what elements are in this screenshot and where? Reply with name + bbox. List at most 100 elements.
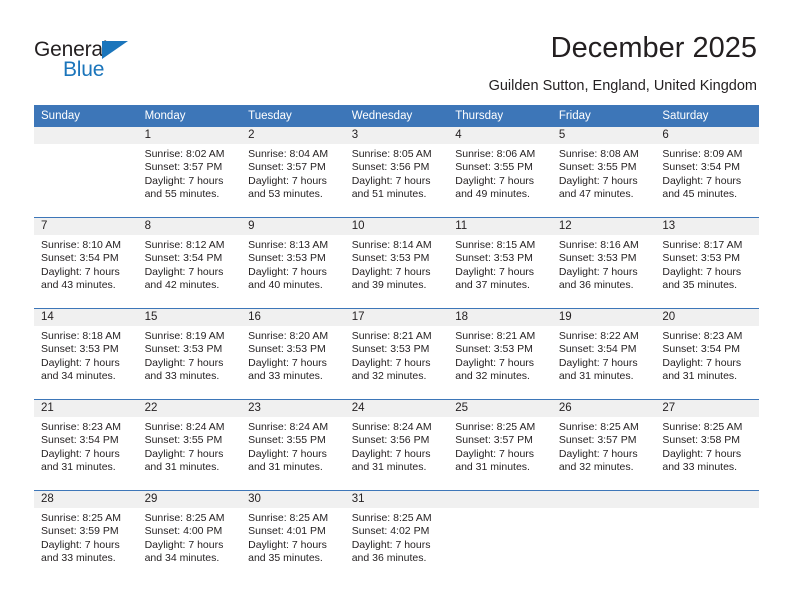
day-details: Sunrise: 8:12 AM Sunset: 3:54 PM Daylight:… [138, 235, 242, 293]
calendar-day-cell[interactable]: 13 Sunrise: 8:17 AM Sunset: 3:53 PM Dayligh… [655, 218, 759, 308]
calendar-day-cell[interactable]: 27 Sunrise: 8:25 AM Sunset: 3:58 PM Dayligh… [655, 400, 759, 490]
day-number: 18 [448, 309, 552, 326]
calendar-day-cell[interactable]: 30 Sunrise: 8:25 AM Sunset: 4:01 PM Dayligh… [241, 491, 345, 581]
calendar-day-cell[interactable]: 20 Sunrise: 8:23 AM Sunset: 3:54 PM Dayligh… [655, 309, 759, 399]
sunset-text: Sunset: 3:53 PM [455, 343, 533, 356]
day-number: 26 [551, 400, 656, 417]
daylight-text: Daylight: 7 hours and 33 minutes. [662, 447, 742, 474]
day-details: Sunrise: 8:15 AM Sunset: 3:53 PM Daylight:… [448, 235, 552, 293]
daylight-text: Daylight: 7 hours and 32 minutes. [351, 356, 431, 383]
daylight-text: Daylight: 7 hours and 37 minutes. [455, 265, 535, 292]
calendar-day-cell[interactable]: 19 Sunrise: 8:22 AM Sunset: 3:54 PM Dayligh… [551, 309, 656, 399]
weekday-header-saturday: Saturday [655, 105, 759, 127]
day-number: 9 [241, 218, 345, 235]
calendar-week-row: 14 Sunrise: 8:18 AM Sunset: 3:53 PM Dayligh… [34, 308, 759, 400]
day-number: 30 [241, 491, 345, 508]
sunset-text: Sunset: 4:01 PM [248, 525, 326, 538]
day-number: 21 [34, 400, 138, 417]
sunrise-text: Sunrise: 8:18 AM [41, 330, 121, 342]
calendar-day-cell[interactable]: 6 Sunrise: 8:09 AM Sunset: 3:54 PM Daylight… [655, 127, 759, 217]
sunrise-text: Sunrise: 8:15 AM [455, 239, 536, 251]
sunset-text: Sunset: 3:57 PM [144, 161, 223, 174]
sunrise-text: Sunrise: 8:25 AM [351, 512, 432, 524]
calendar-week-row: 21 Sunrise: 8:23 AM Sunset: 3:54 PM Dayligh… [34, 399, 759, 491]
weekday-header-wednesday: Wednesday [344, 105, 449, 127]
daylight-text: Daylight: 7 hours and 33 minutes. [248, 356, 327, 383]
sunset-text: Sunset: 3:53 PM [351, 343, 430, 356]
day-details: Sunrise: 8:04 AM Sunset: 3:57 PM Daylight:… [241, 144, 345, 202]
calendar-day-cell[interactable]: 16 Sunrise: 8:20 AM Sunset: 3:53 PM Dayligh… [241, 309, 345, 399]
day-number: 12 [551, 218, 656, 235]
daylight-text: Daylight: 7 hours and 36 minutes. [558, 265, 638, 292]
sunset-text: Sunset: 3:55 PM [144, 434, 223, 447]
calendar-day-cell[interactable]: 25 Sunrise: 8:25 AM Sunset: 3:57 PM Dayligh… [448, 400, 552, 490]
calendar-day-cell[interactable]: 14 Sunrise: 8:18 AM Sunset: 3:53 PM Dayligh… [34, 309, 138, 399]
calendar-day-cell[interactable]: 28 Sunrise: 8:25 AM Sunset: 3:59 PM Dayligh… [34, 491, 138, 581]
calendar-day-cell[interactable]: 12 Sunrise: 8:16 AM Sunset: 3:53 PM Dayligh… [551, 218, 656, 308]
sunset-text: Sunset: 3:57 PM [558, 434, 637, 447]
day-details: Sunrise: 8:05 AM Sunset: 3:56 PM Daylight:… [345, 144, 449, 202]
day-number: 27 [655, 400, 759, 417]
generalblue-logo[interactable]: General Blue [34, 38, 164, 82]
sunrise-text: Sunrise: 8:20 AM [248, 330, 329, 342]
sunrise-text: Sunrise: 8:25 AM [662, 421, 743, 433]
calendar-day-cell[interactable]: 11 Sunrise: 8:15 AM Sunset: 3:53 PM Dayligh… [448, 218, 552, 308]
daylight-text: Daylight: 7 hours and 55 minutes. [144, 174, 224, 201]
sunrise-text: Sunrise: 8:23 AM [662, 330, 743, 342]
calendar-day-cell[interactable]: 22 Sunrise: 8:24 AM Sunset: 3:55 PM Dayligh… [137, 400, 242, 490]
sunrise-text: Sunrise: 8:23 AM [41, 421, 121, 433]
day-number: 2 [241, 127, 345, 144]
calendar-day-cell[interactable]: 23 Sunrise: 8:24 AM Sunset: 3:55 PM Dayligh… [241, 400, 345, 490]
sunset-text: Sunset: 4:02 PM [351, 525, 430, 538]
day-details: Sunrise: 8:06 AM Sunset: 3:55 PM Daylight:… [448, 144, 552, 202]
calendar-day-cell[interactable]: 31 Sunrise: 8:25 AM Sunset: 4:02 PM Dayligh… [344, 491, 449, 581]
day-details: Sunrise: 8:25 AM Sunset: 4:02 PM Daylight:… [345, 508, 449, 566]
sunset-text: Sunset: 3:53 PM [248, 252, 326, 265]
sunrise-text: Sunrise: 8:21 AM [455, 330, 536, 342]
calendar-day-cell[interactable]: 4 Sunrise: 8:06 AM Sunset: 3:55 PM Daylight… [448, 127, 552, 217]
calendar-day-cell[interactable]: 3 Sunrise: 8:05 AM Sunset: 3:56 PM Daylight… [344, 127, 449, 217]
calendar-day-cell[interactable]: 5 Sunrise: 8:08 AM Sunset: 3:55 PM Daylight… [551, 127, 656, 217]
sunrise-text: Sunrise: 8:24 AM [248, 421, 329, 433]
day-number: 11 [448, 218, 552, 235]
sunrise-text: Sunrise: 8:04 AM [248, 148, 329, 160]
day-number: 22 [137, 400, 242, 417]
daylight-text: Daylight: 7 hours and 35 minutes. [248, 538, 327, 565]
sunrise-text: Sunrise: 8:19 AM [144, 330, 225, 342]
calendar-day-cell[interactable]: 10 Sunrise: 8:14 AM Sunset: 3:53 PM Dayligh… [344, 218, 449, 308]
sunset-text: Sunset: 3:56 PM [351, 434, 430, 447]
sunrise-text: Sunrise: 8:17 AM [662, 239, 743, 251]
calendar-day-cell[interactable]: 24 Sunrise: 8:24 AM Sunset: 3:56 PM Dayligh… [344, 400, 449, 490]
sunset-text: Sunset: 3:55 PM [455, 161, 533, 174]
sunset-text: Sunset: 3:53 PM [351, 252, 430, 265]
day-details: Sunrise: 8:13 AM Sunset: 3:53 PM Daylight:… [241, 235, 345, 293]
calendar-week-row: 7 Sunrise: 8:10 AM Sunset: 3:54 PM Daylight… [34, 217, 759, 309]
calendar-body: 1 Sunrise: 8:02 AM Sunset: 3:57 PM Daylight… [34, 127, 759, 581]
calendar-day-cell[interactable]: 9 Sunrise: 8:13 AM Sunset: 3:53 PM Daylight… [241, 218, 345, 308]
day-details: Sunrise: 8:08 AM Sunset: 3:55 PM Daylight:… [552, 144, 656, 202]
calendar-day-cell[interactable]: 2 Sunrise: 8:04 AM Sunset: 3:57 PM Daylight… [241, 127, 345, 217]
calendar-day-cell[interactable]: 26 Sunrise: 8:25 AM Sunset: 3:57 PM Dayligh… [551, 400, 656, 490]
daylight-text: Daylight: 7 hours and 32 minutes. [558, 447, 638, 474]
day-number: 4 [448, 127, 552, 144]
calendar-day-cell[interactable]: 17 Sunrise: 8:21 AM Sunset: 3:53 PM Dayligh… [344, 309, 449, 399]
daylight-text: Daylight: 7 hours and 53 minutes. [248, 174, 327, 201]
day-details: Sunrise: 8:21 AM Sunset: 3:53 PM Daylight:… [345, 326, 449, 384]
sunset-text: Sunset: 3:54 PM [662, 343, 741, 356]
calendar-day-cell[interactable]: 8 Sunrise: 8:12 AM Sunset: 3:54 PM Daylight… [137, 218, 242, 308]
sunrise-text: Sunrise: 8:09 AM [662, 148, 743, 160]
calendar-day-cell[interactable]: 15 Sunrise: 8:19 AM Sunset: 3:53 PM Dayligh… [137, 309, 242, 399]
day-number [551, 491, 656, 508]
calendar-header-row: Sunday Monday Tuesday Wednesday Thursday Frid… [34, 105, 759, 127]
day-number: 20 [655, 309, 759, 326]
sunset-text: Sunset: 3:53 PM [455, 252, 533, 265]
calendar-day-cell[interactable]: 21 Sunrise: 8:23 AM Sunset: 3:54 PM Dayligh… [34, 400, 138, 490]
calendar-day-cell[interactable]: 29 Sunrise: 8:25 AM Sunset: 4:00 PM Dayligh… [137, 491, 242, 581]
sunset-text: Sunset: 3:54 PM [41, 252, 119, 265]
day-details: Sunrise: 8:24 AM Sunset: 3:55 PM Daylight:… [138, 417, 242, 475]
daylight-text: Daylight: 7 hours and 40 minutes. [248, 265, 327, 292]
calendar-day-cell[interactable]: 18 Sunrise: 8:21 AM Sunset: 3:53 PM Dayligh… [448, 309, 552, 399]
calendar-day-cell[interactable]: 7 Sunrise: 8:10 AM Sunset: 3:54 PM Daylight… [34, 218, 138, 308]
calendar-day-cell[interactable]: 1 Sunrise: 8:02 AM Sunset: 3:57 PM Daylight… [137, 127, 242, 217]
daylight-text: Daylight: 7 hours and 51 minutes. [351, 174, 431, 201]
